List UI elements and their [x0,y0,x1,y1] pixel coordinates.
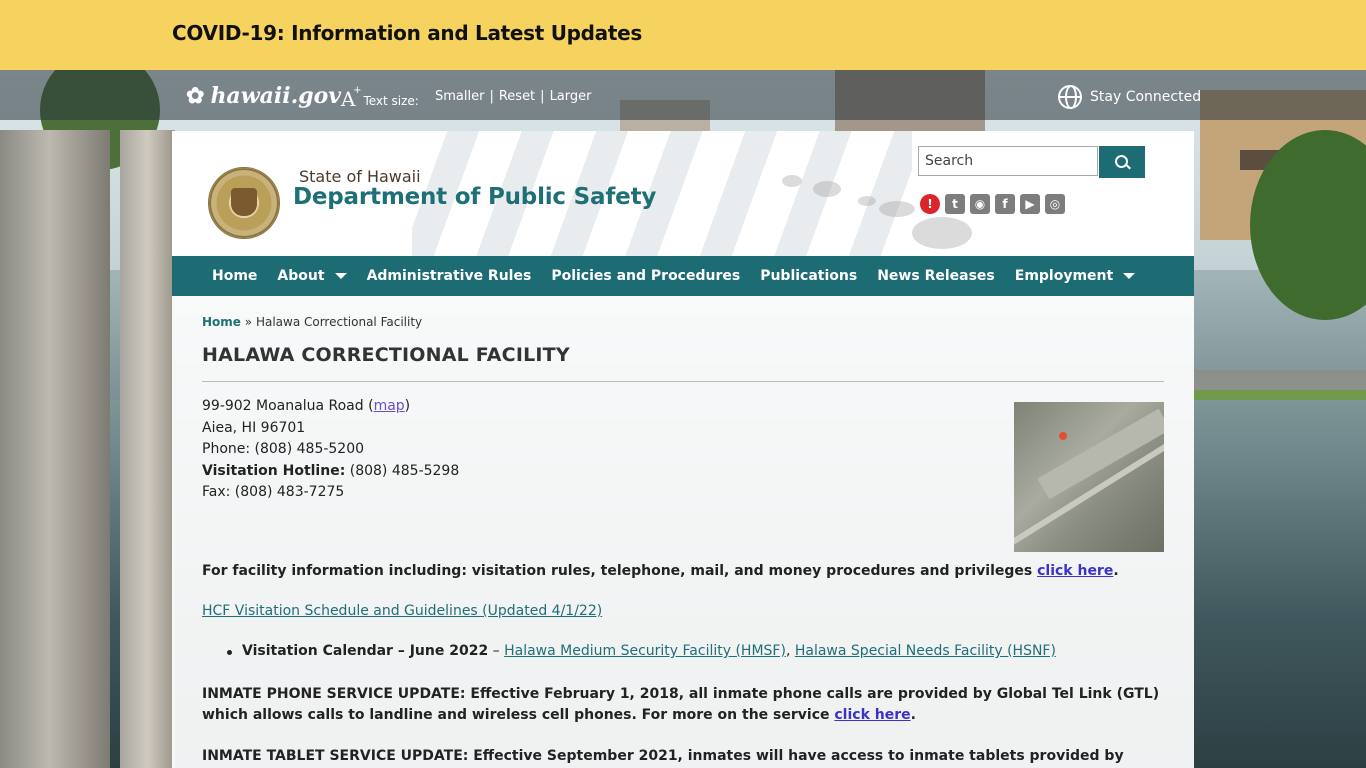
text-size-control: A + Text size: [341,85,419,111]
instagram-icon[interactable]: ◎ [1045,194,1065,214]
breadcrumb-current: Halawa Correctional Facility [255,315,423,329]
hibiscus-icon: ✿ [186,83,205,109]
text-larger-link[interactable]: Larger [550,89,592,104]
street-address: 99-902 Moanalua Road (map) [202,398,411,414]
search-button[interactable] [1099,146,1145,178]
globe-icon [1058,85,1082,109]
chevron-down-icon [334,273,347,279]
covid-updates-link[interactable]: COVID-19: Information and Latest Updates [172,21,642,45]
nav-policies-procedures[interactable]: Policies and Procedures [551,268,740,284]
visitation-schedule-link[interactable]: HCF Visitation Schedule and Guidelines (… [202,603,602,619]
nav-administrative-rules[interactable]: Administrative Rules [367,268,532,284]
phone-number: Phone: (808) 485-5200 [202,441,365,457]
alert-icon[interactable]: ! [920,194,940,214]
chevron-down-icon [1123,273,1136,279]
text-size-label: Text size: [363,94,419,108]
nav-news-releases[interactable]: News Releases [877,268,995,284]
text-size-links: Smaller | Reset | Larger [435,89,592,104]
site-header: State of Hawaii Department of Public Saf… [172,131,1194,256]
fax-number: Fax: (808) 483-7275 [202,484,345,500]
covid-banner: COVID-19: Information and Latest Updates [0,0,1366,70]
city-state-zip: Aiea, HI 96701 [202,419,306,436]
stay-connected-link[interactable]: Stay Connected [1058,85,1201,109]
main-nav: Home About Administrative Rules Policies… [172,256,1194,296]
breadcrumb-home[interactable]: Home [202,315,241,329]
hsnf-calendar-link[interactable]: Halawa Special Needs Facility (HSNF) [795,643,1056,659]
breadcrumb-separator: » [244,315,253,329]
main-content: Home » Halawa Correctional Facility HALA… [172,296,1194,768]
social-icons: ! t ◉ f ▶ ◎ [920,194,1065,214]
breadcrumb: Home » Halawa Correctional Facility [202,315,422,329]
youtube-icon[interactable]: ▶ [1020,194,1040,214]
search-input[interactable] [918,146,1098,176]
facility-aerial-image[interactable] [1014,402,1164,552]
hawaii-gov-logo[interactable]: ✿ hawaii.gov [186,83,341,109]
twitter-icon[interactable]: t [945,194,965,214]
search-icon [1115,155,1128,168]
facility-info-paragraph: For facility information including: visi… [202,563,1119,579]
rss-icon[interactable]: ◉ [970,194,990,214]
text-smaller-link[interactable]: Smaller [435,89,484,104]
phone-service-update: INMATE PHONE SERVICE UPDATE: Effective F… [202,686,1160,723]
nav-home[interactable]: Home [212,268,257,284]
facebook-icon[interactable]: f [995,194,1015,214]
nav-publications[interactable]: Publications [760,268,857,284]
page-title: HALAWA CORRECTIONAL FACILITY [202,344,570,366]
hmsf-calendar-link[interactable]: Halawa Medium Security Facility (HMSF) [504,643,786,659]
facility-info-link[interactable]: click here [1037,563,1113,579]
text-reset-link[interactable]: Reset [499,89,535,104]
portal-logo-text: hawaii.gov [210,83,342,109]
visitation-hotline: Visitation Hotline: (808) 485-5298 [202,462,460,479]
department-name[interactable]: Department of Public Safety [293,184,656,210]
map-link[interactable]: map [374,398,405,414]
list-item: Visitation Calendar – June 2022 – Halawa… [227,643,1056,659]
tablet-service-update: INMATE TABLET SERVICE UPDATE: Effective … [202,748,1124,764]
title-divider [202,381,1164,382]
phone-service-link[interactable]: click here [834,707,910,723]
nav-employment[interactable]: Employment [1015,268,1136,284]
state-seal-logo[interactable] [208,167,280,239]
facility-contact: 99-902 Moanalua Road (map) Aiea, HI 9670… [202,396,459,504]
nav-about[interactable]: About [277,268,347,284]
stay-connected-label: Stay Connected [1090,89,1202,105]
text-size-icon: A + [341,85,362,111]
